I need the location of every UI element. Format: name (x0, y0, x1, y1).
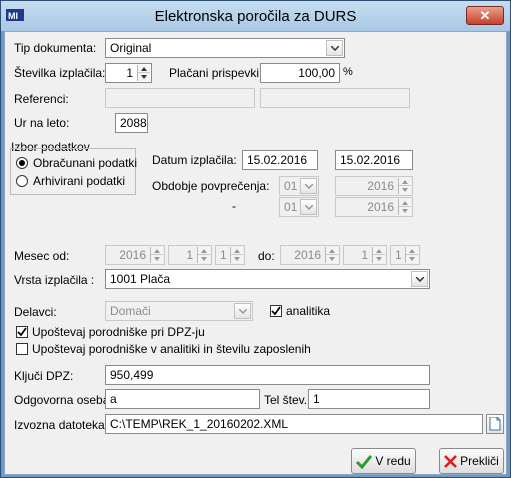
vrsta-izplacila-label: Vrsta izplačila : (14, 273, 95, 287)
izvozna-datoteka-input[interactable]: C:\TEMP\REK_1_20160202.XML (105, 414, 483, 434)
obracunani-label[interactable]: Obračunani podatki (33, 156, 137, 170)
obdobje-mesec-do-value: 01 (284, 200, 298, 214)
obdobje-mesec-od-select: 01 (279, 176, 319, 196)
obdobje-mesec-od-value: 01 (284, 179, 298, 193)
kljuc-dpz-input[interactable]: 950,499 (105, 365, 430, 385)
document-icon (489, 417, 501, 431)
delavci-value: Domači (110, 304, 151, 318)
vrsta-izplacila-value: 1001 Plača (110, 272, 171, 286)
mesec-do-b-spinner: 1 (390, 245, 420, 265)
mesec-do-leto-value: 2016 (294, 248, 321, 262)
vrsta-izplacila-select[interactable]: 1001 Plača (105, 269, 430, 289)
dialog-body: Tip dokumenta: Original Številka izplači… (4, 31, 507, 475)
upostevaj-dpz-label[interactable]: Upoštevaj porodniške pri DPZ-ju (32, 325, 205, 339)
chevron-down-icon (300, 178, 317, 194)
referenca-1-input (105, 88, 255, 108)
arhivirani-radio[interactable] (16, 175, 28, 187)
stevilka-izplacila-label: Številka izplačila: (14, 66, 106, 80)
mesec-do-b-value: 1 (395, 248, 402, 262)
browse-file-button[interactable] (486, 414, 504, 434)
stevilka-izplacila-spin-icon[interactable] (137, 65, 150, 81)
mesec-od-a-value: 1 (186, 248, 193, 262)
tip-dokumenta-select[interactable]: Original (105, 38, 345, 58)
ok-button-label: V redu (375, 454, 411, 468)
obdobje-leto-od-value: 2016 (367, 179, 394, 193)
spin-icon (398, 199, 411, 215)
mesec-do-a-value: 1 (361, 248, 368, 262)
obdobje-label: Obdobje povprečenja: (152, 179, 270, 193)
analitika-label[interactable]: analitika (286, 304, 330, 318)
tip-dokumenta-label: Tip dokumenta: (14, 41, 97, 55)
datum-izplacila-label: Datum izplačila: (152, 153, 237, 167)
cancel-button-label: Prekliči (460, 454, 499, 468)
upostevaj-analitika-checkbox[interactable] (16, 343, 28, 355)
obdobje-leto-od-spinner: 2016 (335, 176, 413, 196)
spin-icon (230, 247, 243, 263)
mesec-od-leto-value: 2016 (119, 248, 146, 262)
tip-dokumenta-value: Original (110, 41, 152, 55)
checkmark-icon (356, 454, 373, 469)
close-button[interactable]: ✕ (466, 6, 504, 25)
mesec-od-leto-spinner: 2016 (105, 245, 165, 265)
upostevaj-analitika-label[interactable]: Upoštevaj porodniške v analitiki in štev… (32, 342, 311, 356)
mesec-do-a-spinner: 1 (343, 245, 387, 265)
upostevaj-dpz-checkbox[interactable] (16, 326, 28, 338)
odgovorna-oseba-input[interactable]: a (105, 389, 260, 409)
mesec-od-a-spinner: 1 (168, 245, 212, 265)
spin-icon (150, 247, 163, 263)
mesec-do-leto-spinner: 2016 (280, 245, 340, 265)
mesec-od-label: Mesec od: (14, 249, 70, 263)
spin-icon (325, 247, 338, 263)
window-title: Elektronska poročila za DURS (154, 8, 357, 25)
izvozna-datoteka-label: Izvozna datoteka: (14, 418, 109, 432)
stevilka-izplacila-spinner[interactable]: 1 (105, 63, 152, 83)
obdobje-leto-do-value: 2016 (367, 200, 394, 214)
spin-icon (197, 247, 210, 263)
tel-stev-label: Tel štev.: (264, 393, 311, 407)
obdobje-mesec-do-select: 01 (279, 197, 319, 217)
mesec-od-b-spinner: 1 (215, 245, 245, 265)
placani-prispevki-input[interactable]: 100,00 (260, 63, 340, 83)
title-bar[interactable]: MI Elektronska poročila za DURS ✕ (1, 1, 510, 31)
spin-icon (372, 247, 385, 263)
x-icon (444, 455, 458, 469)
obdobje-leto-do-spinner: 2016 (335, 197, 413, 217)
spin-icon (398, 178, 411, 194)
odgovorna-oseba-label: Odgovorna oseba: (14, 393, 113, 407)
tel-stev-input[interactable]: 1 (308, 389, 430, 409)
kljuc-dpz-label: Ključi DPZ: (14, 369, 74, 383)
stevilka-izplacila-value: 1 (126, 66, 133, 80)
chevron-down-icon (234, 303, 251, 319)
ur-na-leto-input[interactable]: 2088 (115, 113, 148, 133)
dialog-window: MI Elektronska poročila za DURS ✕ Tip do… (0, 0, 511, 478)
arhivirani-label[interactable]: Arhivirani podatki (33, 174, 125, 188)
spin-icon (405, 247, 418, 263)
mesec-do-label: do: (258, 249, 275, 263)
ok-button[interactable]: V redu (351, 448, 416, 474)
obdobje-dash: - (232, 199, 236, 213)
datum-izplacila-1-input[interactable]: 15.02.2016 (242, 150, 318, 170)
placani-prispevki-label: Plačani prispevki : (169, 66, 266, 80)
vrsta-izplacila-chevron-down-icon[interactable] (411, 271, 428, 287)
datum-izplacila-2-input[interactable]: 15.02.2016 (335, 150, 413, 170)
mesec-od-b-value: 1 (220, 248, 227, 262)
percent-unit: % (343, 66, 353, 78)
tip-dokumenta-chevron-down-icon[interactable] (326, 40, 343, 56)
referenci-label: Referenci: (14, 92, 69, 106)
delavci-select: Domači (105, 301, 253, 321)
referenca-2-input (260, 88, 410, 108)
obracunani-radio[interactable] (16, 157, 28, 169)
ur-na-leto-label: Ur na leto: (14, 116, 70, 130)
cancel-button[interactable]: Prekliči (439, 448, 504, 474)
chevron-down-icon (300, 199, 317, 215)
analitika-checkbox[interactable] (270, 305, 282, 317)
delavci-label: Delavci: (14, 305, 57, 319)
